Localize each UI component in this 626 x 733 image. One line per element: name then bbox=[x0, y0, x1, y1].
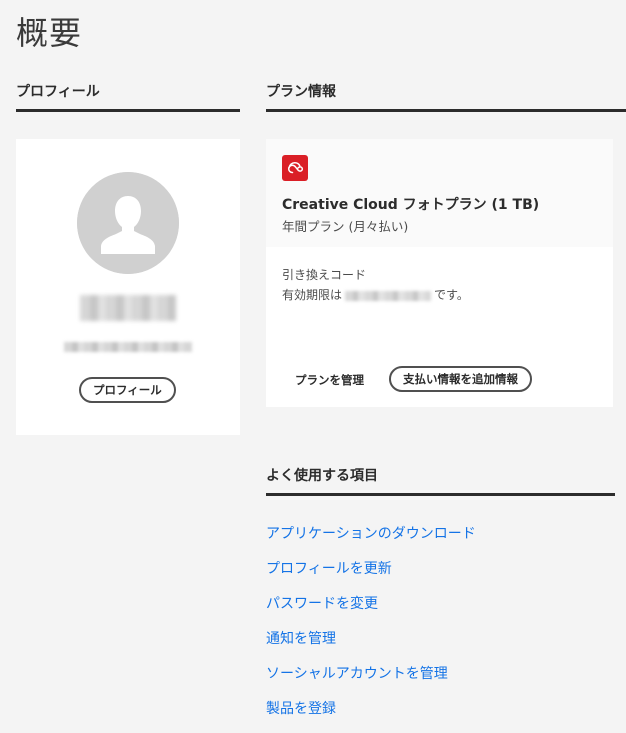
avatar bbox=[77, 172, 179, 274]
change-password-link[interactable]: パスワードを変更 bbox=[266, 593, 476, 628]
profile-heading: プロフィール bbox=[16, 84, 100, 100]
expiry-line: 有効期限は です。 bbox=[282, 286, 469, 303]
plan-heading: プラン情報 bbox=[266, 84, 336, 100]
expiry-suffix: です。 bbox=[434, 288, 469, 302]
user-name-redacted bbox=[80, 295, 176, 321]
profile-heading-rule bbox=[16, 109, 240, 112]
manage-plan-link[interactable]: プランを管理 bbox=[295, 372, 364, 388]
plan-heading-rule bbox=[266, 109, 626, 112]
plan-summary: Creative Cloud フォトプラン (1 TB) 年間プラン (月々払い… bbox=[266, 139, 613, 247]
frequent-links: アプリケーションのダウンロード プロフィールを更新 パスワードを変更 通知を管理… bbox=[266, 523, 476, 733]
download-apps-link[interactable]: アプリケーションのダウンロード bbox=[266, 523, 476, 558]
manage-social-accounts-link[interactable]: ソーシャルアカウントを管理 bbox=[266, 663, 476, 698]
creative-cloud-icon bbox=[282, 155, 308, 181]
add-payment-info-button[interactable]: 支払い情報を追加情報 bbox=[389, 366, 532, 392]
profile-button[interactable]: プロフィール bbox=[79, 377, 176, 403]
frequent-heading: よく使用する項目 bbox=[266, 468, 378, 484]
plan-card: Creative Cloud フォトプラン (1 TB) 年間プラン (月々払い… bbox=[266, 139, 613, 407]
user-silhouette-icon bbox=[77, 172, 179, 274]
redeem-code-label: 引き換えコード bbox=[282, 268, 367, 282]
manage-notifications-link[interactable]: 通知を管理 bbox=[266, 628, 476, 663]
plan-name: Creative Cloud フォトプラン (1 TB) bbox=[282, 197, 540, 213]
expiry-prefix: 有効期限は bbox=[282, 288, 343, 302]
expiry-date-redacted bbox=[345, 290, 432, 301]
page-title: 概要 bbox=[16, 14, 83, 52]
plan-billing: 年間プラン (月々払い) bbox=[282, 219, 409, 234]
update-profile-link[interactable]: プロフィールを更新 bbox=[266, 558, 476, 593]
frequent-heading-rule bbox=[266, 493, 615, 496]
user-email-redacted bbox=[64, 342, 192, 352]
profile-card: プロフィール bbox=[16, 139, 240, 435]
register-product-link[interactable]: 製品を登録 bbox=[266, 698, 476, 733]
